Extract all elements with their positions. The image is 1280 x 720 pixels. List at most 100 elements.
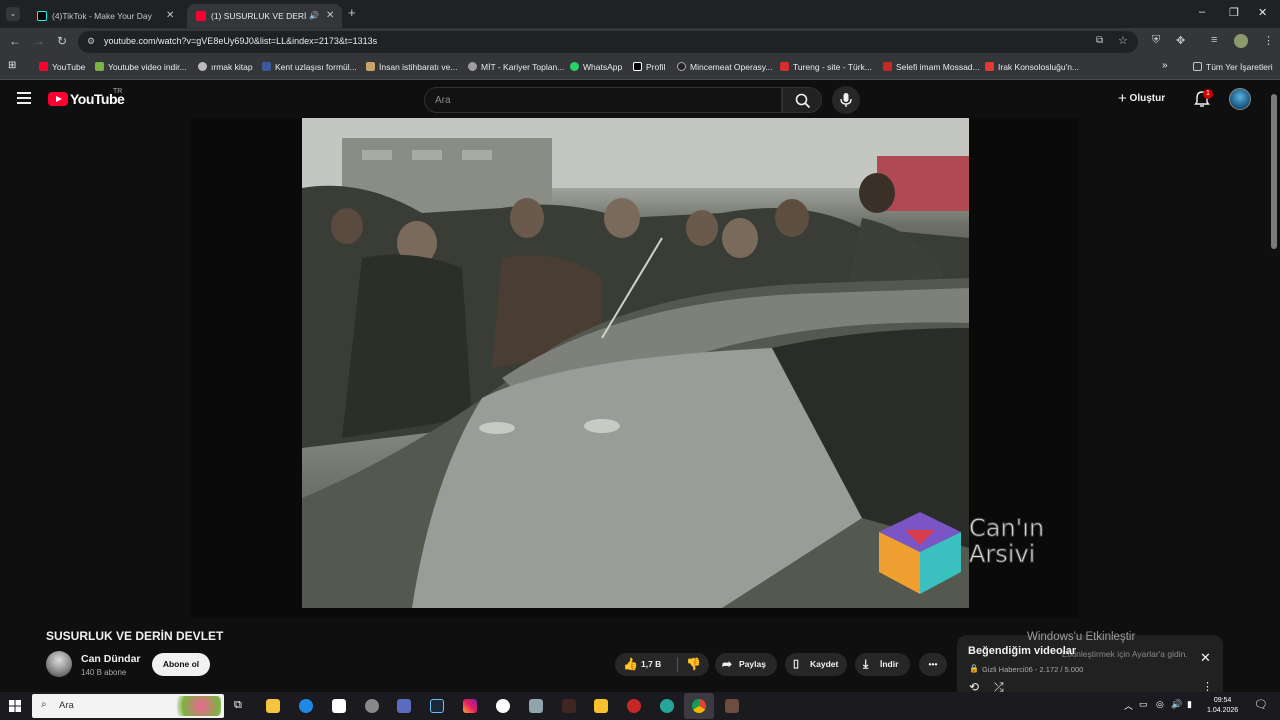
site-info-icon[interactable]: ⚙ bbox=[87, 36, 95, 47]
windows-taskbar: ⌕ Ara ⧉ ︿ ▭ ◎ 🔊 ▮ 09:54 1.04.2026 🗨 bbox=[0, 692, 1280, 720]
bookmark-whatsapp[interactable]: WhatsApp bbox=[570, 62, 622, 72]
bookmark-label: Tureng - site - Türk... bbox=[793, 62, 872, 72]
minimize-icon[interactable]: – bbox=[1199, 6, 1205, 18]
channel-avatar[interactable] bbox=[46, 651, 72, 677]
profile-avatar[interactable] bbox=[1234, 34, 1248, 48]
download-arrow-icon bbox=[95, 62, 104, 71]
download-button[interactable]: ⤓ İndir bbox=[855, 653, 910, 676]
more-actions-button[interactable]: ••• bbox=[919, 653, 947, 676]
channel-name[interactable]: Can Dündar bbox=[81, 653, 141, 665]
app-icon[interactable] bbox=[725, 699, 739, 713]
bookmark-tureng[interactable]: Tureng - site - Türk... bbox=[780, 62, 872, 72]
chatgpt-icon[interactable] bbox=[496, 699, 510, 713]
search-input[interactable]: Ara bbox=[424, 87, 782, 113]
more-options-icon[interactable]: ⋮ bbox=[1263, 34, 1274, 47]
tiktok-icon bbox=[633, 62, 642, 71]
media-control-icon[interactable]: ≡ bbox=[1211, 34, 1217, 46]
video-player[interactable]: Can'ın Arsivi bbox=[191, 118, 1079, 618]
show-hidden-icons[interactable]: ︿ bbox=[1124, 699, 1133, 712]
close-window-icon[interactable]: ✕ bbox=[1258, 6, 1267, 19]
video-scene-image bbox=[302, 118, 969, 608]
task-view-icon[interactable]: ⧉ bbox=[234, 699, 242, 712]
bookmark-youtube[interactable]: YouTube bbox=[39, 62, 85, 72]
taskbar-search-input[interactable]: ⌕ Ara bbox=[32, 694, 224, 718]
tiktok-icon bbox=[37, 11, 47, 21]
playlist-title[interactable]: Beğendiğim videolar bbox=[968, 645, 1076, 657]
page-scrollbar[interactable] bbox=[1271, 94, 1277, 249]
bookmark-kent-uzlasisi[interactable]: Kent uzlaşısı formül... bbox=[262, 62, 357, 72]
hamburger-menu-icon[interactable] bbox=[17, 92, 31, 104]
site-icon bbox=[985, 62, 994, 71]
app-icon[interactable] bbox=[627, 699, 641, 713]
tray-icon[interactable]: ◎ bbox=[1156, 699, 1164, 710]
settings-icon[interactable] bbox=[365, 699, 379, 713]
bookmark-star-icon[interactable]: ☆ bbox=[1118, 34, 1128, 47]
close-icon[interactable]: ✕ bbox=[1200, 650, 1211, 666]
bookmark-video-indir[interactable]: Youtube video indir... bbox=[95, 62, 187, 72]
address-bar[interactable]: ⚙ youtube.com/watch?v=gVE8eUy69J0&list=L… bbox=[78, 31, 1138, 53]
site-icon bbox=[468, 62, 477, 71]
system-clock[interactable]: 09:54 1.04.2026 bbox=[1207, 696, 1238, 716]
bookmark-mit-kariyer[interactable]: MİT - Kariyer Toplan... bbox=[468, 62, 564, 72]
subscribe-button[interactable]: Abone ol bbox=[152, 653, 210, 676]
apps-grid-icon[interactable]: ⊞ bbox=[8, 60, 16, 71]
shield-extension-icon[interactable]: ⛨ bbox=[1152, 34, 1160, 47]
bookmark-irak-konsoloslugu[interactable]: Irak Konsolosluğu'n... bbox=[985, 62, 1079, 72]
instagram-icon[interactable] bbox=[463, 699, 477, 713]
tab-search-button[interactable]: ⌄ bbox=[6, 7, 20, 21]
dislike-button[interactable]: 👎 bbox=[678, 653, 709, 676]
bookmark-label: İnsan istihbaratı ve... bbox=[379, 62, 458, 72]
app-icon[interactable] bbox=[562, 699, 576, 713]
extensions-icon[interactable]: ✥ bbox=[1176, 34, 1185, 47]
app-icon[interactable] bbox=[660, 699, 674, 713]
voice-search-button[interactable] bbox=[832, 86, 860, 114]
plus-icon: + bbox=[1118, 90, 1127, 107]
network-icon[interactable]: ▭ bbox=[1139, 699, 1148, 710]
all-bookmarks-folder[interactable]: Tüm Yer İşaretleri bbox=[1193, 62, 1273, 72]
speaker-icon[interactable]: 🔊 bbox=[1171, 699, 1182, 710]
whatsapp-icon bbox=[570, 62, 579, 71]
tab-tiktok[interactable]: (4)TikTok - Make Your Day ✕ bbox=[28, 4, 184, 28]
create-button[interactable]: + Oluştur bbox=[1118, 90, 1165, 107]
app-icon[interactable] bbox=[594, 699, 608, 713]
steam-icon[interactable] bbox=[430, 699, 444, 713]
app-icon[interactable] bbox=[397, 699, 411, 713]
forward-icon[interactable]: → bbox=[33, 34, 45, 48]
save-button[interactable]: ▯ Kaydet bbox=[785, 653, 847, 676]
app-icon[interactable] bbox=[529, 699, 543, 713]
bookmark-label: Tüm Yer İşaretleri bbox=[1206, 62, 1273, 72]
audio-playing-icon[interactable]: 🔊 bbox=[309, 4, 319, 28]
chrome-icon[interactable] bbox=[692, 699, 706, 713]
bookmark-label: Irak Konsolosluğu'n... bbox=[998, 62, 1080, 72]
edge-icon[interactable] bbox=[299, 699, 313, 713]
bookmark-mincemeat[interactable]: Mincemeat Operasy... bbox=[677, 62, 773, 72]
close-tab-icon[interactable]: ✕ bbox=[166, 4, 174, 28]
bookmark-label: Youtube video indir... bbox=[108, 62, 187, 72]
bookmark-irmak-kitap[interactable]: ırmak kitap bbox=[198, 62, 253, 72]
like-button[interactable]: 👍 1,7 B bbox=[615, 653, 677, 676]
share-button[interactable]: ➦ Paylaş bbox=[715, 653, 777, 676]
bookmark-icon: ▯ bbox=[793, 658, 800, 670]
store-icon[interactable] bbox=[332, 699, 346, 713]
back-icon[interactable]: ← bbox=[9, 34, 21, 48]
taskbar-search-placeholder: Ara bbox=[59, 700, 74, 711]
install-app-icon[interactable]: ⧉ bbox=[1096, 35, 1103, 46]
search-button[interactable] bbox=[782, 87, 822, 113]
new-tab-button[interactable]: + bbox=[348, 5, 356, 20]
windows-start-icon[interactable] bbox=[9, 700, 21, 712]
reload-icon[interactable]: ↻ bbox=[57, 34, 67, 48]
battery-icon[interactable]: ▮ bbox=[1187, 699, 1192, 710]
video-frame[interactable] bbox=[302, 118, 969, 608]
site-icon bbox=[677, 62, 686, 71]
file-explorer-icon[interactable] bbox=[266, 699, 280, 713]
restore-icon[interactable]: ❐ bbox=[1229, 6, 1239, 19]
notification-center-icon[interactable]: 🗨 bbox=[1254, 698, 1268, 711]
close-tab-icon[interactable]: ✕ bbox=[326, 4, 334, 28]
more-bookmarks-icon[interactable]: » bbox=[1162, 60, 1168, 71]
bookmark-profil[interactable]: Profil bbox=[633, 62, 665, 72]
bookmark-insan-istihbarati[interactable]: İnsan istihbaratı ve... bbox=[366, 62, 457, 72]
bookmark-selefi-imam[interactable]: Selefi imam Mossad... bbox=[883, 62, 980, 72]
bookmark-label: ırmak kitap bbox=[211, 62, 253, 72]
tab-youtube[interactable]: (1) SUSURLUK VE DERİN DE 🔊 ✕ bbox=[187, 4, 342, 28]
account-avatar[interactable] bbox=[1229, 88, 1251, 110]
